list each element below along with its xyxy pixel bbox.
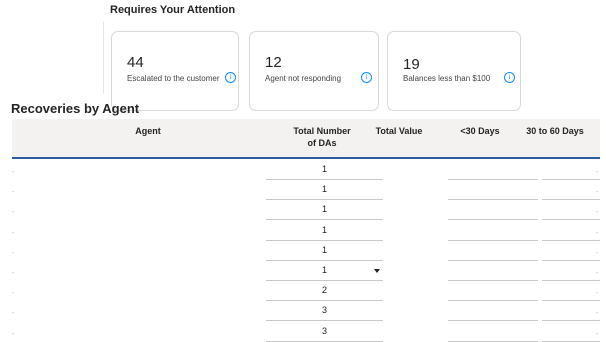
cell-lt30 [448, 280, 538, 302]
row-marker: - [596, 310, 599, 318]
cell-total-number: 1 [266, 199, 383, 221]
row-marker: - [596, 270, 599, 277]
cell-total-number: 1 [266, 220, 383, 241]
row-marker: - [596, 229, 599, 237]
cell-lt30 [448, 300, 538, 322]
row-marker: - [12, 169, 15, 176]
cell-lt30 [448, 159, 538, 180]
section-divider [103, 22, 104, 94]
card-label: Agent not responding [265, 74, 342, 83]
table-row[interactable]: - 1 - [12, 159, 600, 180]
cell-total-number: 1 [266, 260, 383, 281]
row-marker: - [12, 290, 15, 298]
row-marker: - [12, 249, 15, 257]
table-row[interactable]: -3- [12, 321, 600, 342]
card-value: 19 [403, 56, 420, 73]
cell-30-60 [542, 179, 600, 201]
card-balances-under-100[interactable]: 19 Balances less than $100 i [387, 31, 521, 111]
table-row[interactable]: - 1 - [12, 260, 600, 281]
column-header-30-60[interactable]: 30 to 60 Days [520, 125, 590, 137]
cell-lt30 [448, 199, 538, 221]
row-marker: - [596, 290, 599, 298]
cell-total-number: 1 [266, 240, 383, 261]
card-label: Balances less than $100 [403, 74, 491, 83]
card-value: 12 [265, 54, 282, 71]
cell-lt30 [448, 220, 538, 241]
header-line: of DAs [307, 138, 337, 148]
cell-30-60 [542, 220, 600, 241]
cell-30-60 [542, 199, 600, 221]
card-agent-not-responding[interactable]: 12 Agent not responding i [249, 31, 379, 111]
cell-30-60 [542, 321, 600, 342]
row-marker: - [596, 169, 599, 176]
row-marker: - [596, 189, 599, 197]
cell-30-60 [542, 280, 600, 302]
cell-total-number: 2 [266, 280, 383, 302]
table-row[interactable]: - 3 - [12, 300, 600, 322]
cell-lt30 [448, 240, 538, 261]
header-line: Total Number [293, 126, 351, 136]
table-row[interactable]: - 1 - [12, 199, 600, 221]
table-row[interactable]: - 1 - [12, 240, 600, 261]
cell-total-number: 1 [266, 179, 383, 201]
cell-lt30 [448, 321, 538, 342]
cell-total-number: 3 [266, 300, 383, 322]
row-marker: - [596, 249, 599, 257]
cell-lt30 [448, 260, 538, 281]
table-header: Agent Total Number of DAs Total Value <3… [12, 119, 600, 273]
cell-total-number: 3 [266, 321, 383, 342]
column-header-total-number[interactable]: Total Number of DAs [272, 125, 372, 149]
cell-30-60 [542, 240, 600, 261]
info-icon[interactable]: i [225, 72, 236, 83]
row-marker: - [12, 189, 15, 197]
column-header-agent[interactable]: Agent [12, 125, 284, 137]
card-escalated[interactable]: 44 Escalated to the customer i [111, 31, 239, 111]
card-value: 44 [127, 54, 144, 71]
row-marker: - [12, 229, 15, 237]
row-marker: - [596, 209, 599, 217]
table-row[interactable]: - 1 - [12, 179, 600, 201]
row-marker: - [12, 209, 15, 217]
cell-30-60 [542, 159, 600, 180]
recoveries-title: Recoveries by Agent [11, 101, 140, 116]
card-label: Escalated to the customer [127, 74, 220, 83]
cell-total-number: 1 [266, 159, 383, 180]
row-marker: - [12, 310, 15, 318]
table-row[interactable]: - 2 - [12, 280, 600, 302]
table-row[interactable]: - 1 - [12, 220, 600, 241]
cell-lt30 [448, 179, 538, 201]
attention-title: Requires Your Attention [110, 4, 236, 16]
cell-30-60 [542, 300, 600, 322]
column-header-lt30[interactable]: <30 Days [450, 125, 510, 137]
row-marker: - [12, 270, 15, 277]
column-header-total-value[interactable]: Total Value [369, 125, 429, 137]
info-icon[interactable]: i [361, 72, 372, 83]
info-icon[interactable]: i [504, 72, 515, 83]
cell-30-60 [542, 260, 600, 281]
